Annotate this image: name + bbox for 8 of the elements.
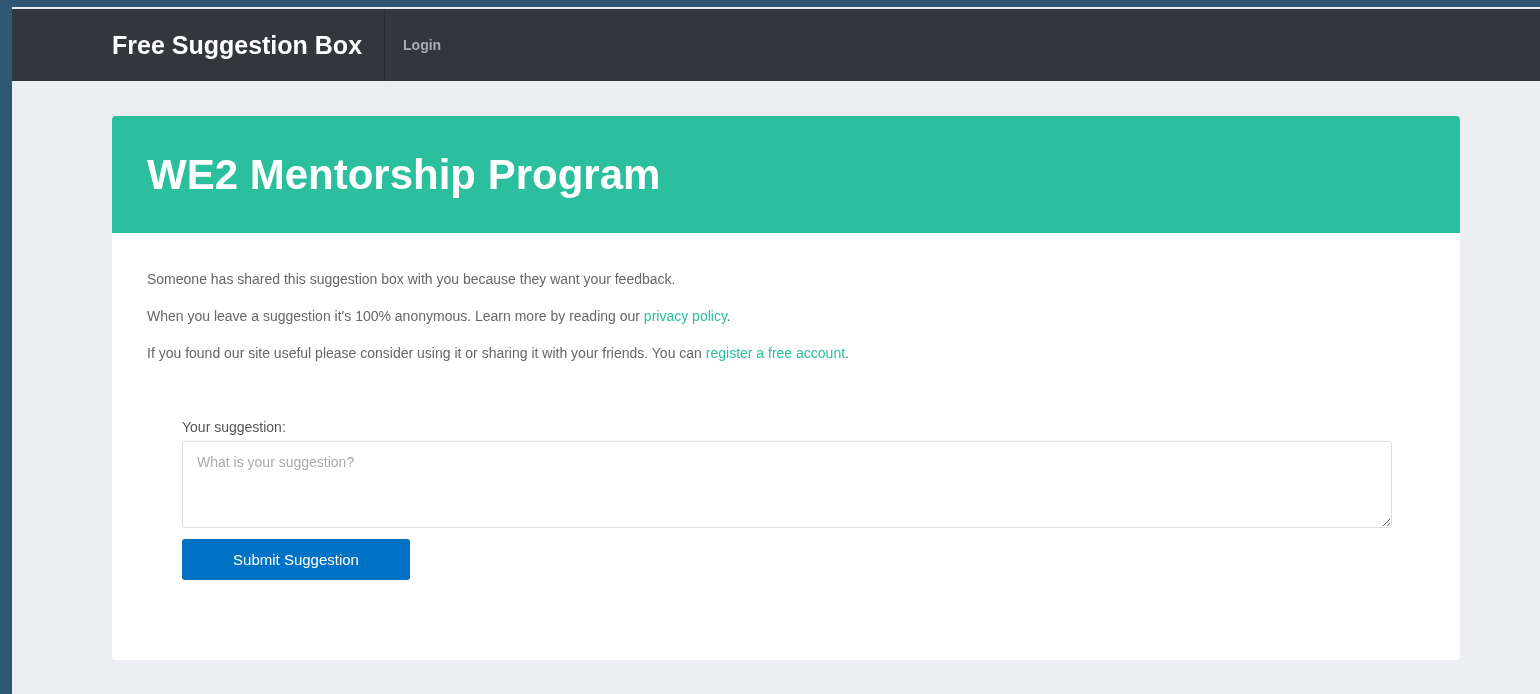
info-paragraph: If you found our site useful please consider using it or sharing it with your friends. You can register a free account. (147, 345, 850, 361)
field-label: Your suggestion: (182, 419, 286, 435)
suggestion-field[interactable]: What is your suggestion? (182, 441, 1392, 528)
submit-button[interactable]: Submit Suggestion (182, 539, 410, 580)
page-title: WE2 Mentorship Program (147, 150, 661, 199)
info-paragraph: Someone has shared this suggestion box with you because they want your feedback. (147, 271, 677, 287)
info-paragraph: When you leave a suggestion it's 100% anonymous. Learn more by reading our privacy policy. (147, 308, 732, 324)
login-link[interactable]: Login (385, 9, 460, 81)
